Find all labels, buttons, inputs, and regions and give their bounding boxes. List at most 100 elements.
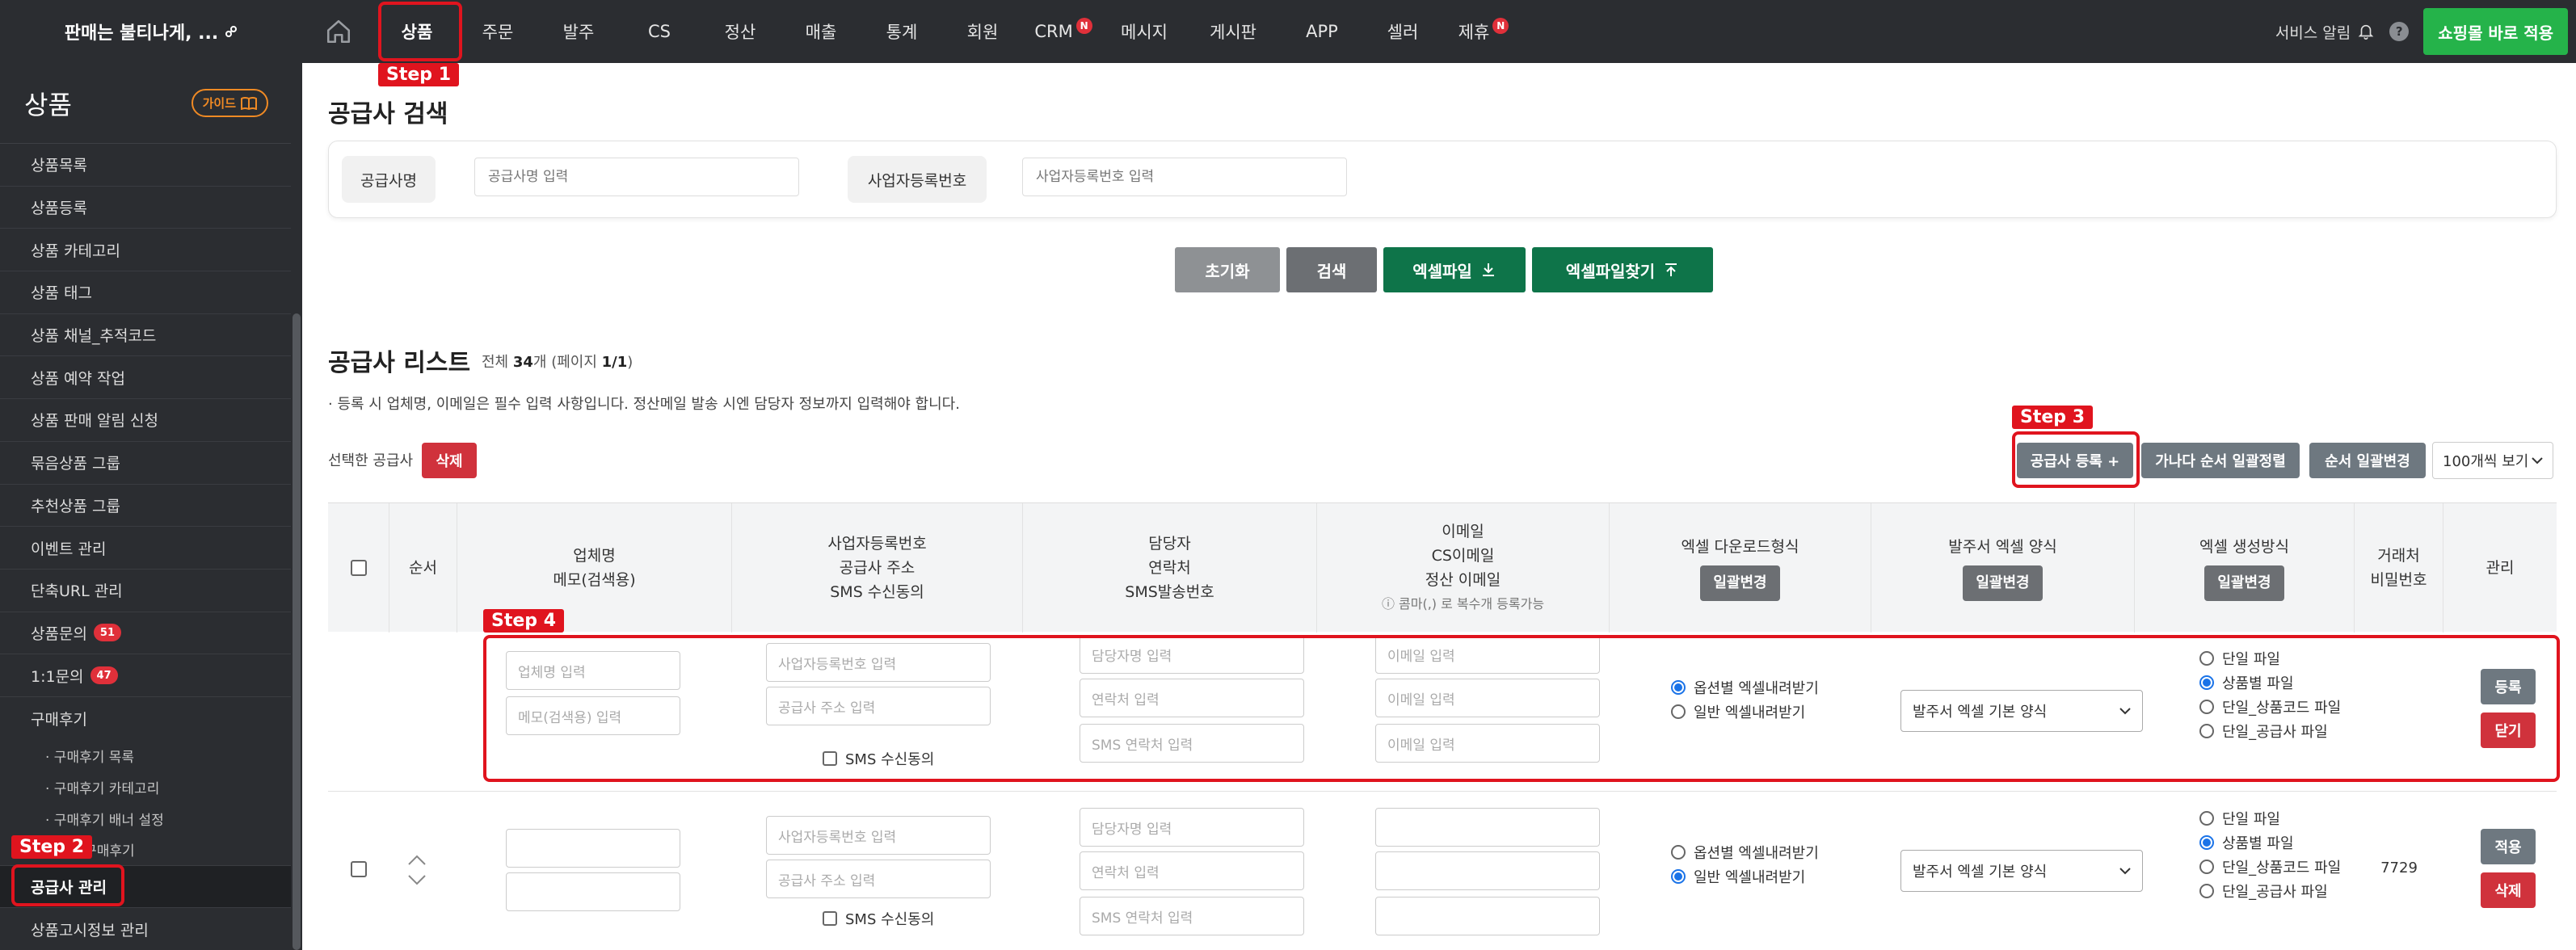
nav-sales[interactable]: 매출 <box>781 0 861 63</box>
nav-app[interactable]: APP <box>1282 0 1362 63</box>
chevron-down-icon <box>2532 457 2543 464</box>
gen-option-per-product[interactable]: 상품별 파일 <box>2199 832 2294 853</box>
sidebar-item-bundle[interactable]: 묶음상품 그룹 <box>0 442 291 485</box>
sidebar-menu: 상품목록 상품등록 상품 카테고리 상품 태그 상품 채널_추적코드 상품 예약… <box>0 144 291 950</box>
selected-supplier-label: 선택한 공급사 <box>328 452 414 469</box>
sidebar-item-tag[interactable]: 상품 태그 <box>0 271 291 314</box>
biz-number-input[interactable] <box>1022 158 1347 196</box>
sidebar-item-review[interactable]: 구매후기 <box>0 697 291 740</box>
sidebar-item-product-list[interactable]: 상품목록 <box>0 144 291 187</box>
supplier-name-input[interactable] <box>474 158 799 196</box>
guide-button[interactable]: 가이드 <box>191 89 268 117</box>
brand-title: 판매는 불티나게, ... <box>64 23 219 44</box>
po-format-select[interactable]: 발주서 엑셀 기본 양식 <box>1900 850 2143 892</box>
cs-email-input[interactable] <box>1375 851 1600 890</box>
sidebar-item-reservation[interactable]: 상품 예약 작업 <box>0 356 291 400</box>
sidebar-scrollbar[interactable] <box>291 63 302 950</box>
sidebar-item-channel[interactable]: 상품 채널_추적코드 <box>0 314 291 357</box>
sidebar-subitem-review-category[interactable]: · 구매후기 카테고리 <box>0 771 291 803</box>
nav-member[interactable]: 회원 <box>942 0 1023 63</box>
home-icon[interactable] <box>325 18 352 45</box>
sidebar-item-sale-alert[interactable]: 상품 판매 알림 신청 <box>0 399 291 442</box>
settlement-email-input[interactable] <box>1375 897 1600 935</box>
company-name-input[interactable] <box>506 829 680 868</box>
brand[interactable]: 판매는 불티나게, ... <box>0 0 302 63</box>
manager-input[interactable]: 담당자명 입력 <box>1080 808 1304 847</box>
help-icon[interactable]: ? <box>2389 22 2410 41</box>
sidebar-item-inquiry[interactable]: 상품문의 51 <box>0 612 291 655</box>
sms-agree-checkbox[interactable] <box>823 911 837 926</box>
memo-input[interactable] <box>506 872 680 911</box>
list-count: 전체 34개 (페이지 1/1) <box>482 354 633 371</box>
book-icon <box>241 96 257 110</box>
excel-upload-button[interactable]: 엑셀파일찾기 <box>1532 247 1713 292</box>
biz-number-input[interactable]: 사업자등록번호 입력 <box>766 816 991 855</box>
nav-stats[interactable]: 통계 <box>861 0 942 63</box>
nav-settlement[interactable]: 정산 <box>700 0 781 63</box>
sidebar-subitem-review-list[interactable]: · 구매후기 목록 <box>0 740 291 771</box>
address-input[interactable]: 공급사 주소 입력 <box>766 860 991 898</box>
radio-selected[interactable] <box>2199 835 2214 850</box>
header-excel-gen: 엑셀 생성방식 일괄변경 <box>2135 503 2355 633</box>
download-option-per-option[interactable]: 옵션별 엑셀내려받기 <box>1671 842 1819 863</box>
delete-selected-button[interactable]: 삭제 <box>422 443 477 478</box>
sidebar-item-recommend[interactable]: 추천상품 그룹 <box>0 485 291 528</box>
phone-input[interactable]: 연락처 입력 <box>1080 851 1304 890</box>
excel-download-button[interactable]: 엑셀파일 <box>1383 247 1526 292</box>
radio[interactable] <box>2199 884 2214 898</box>
radio-selected[interactable] <box>1671 869 1686 884</box>
header-password: 거래처 비밀번호 <box>2355 503 2443 633</box>
gen-option-single-supplier[interactable]: 단일_공급사 파일 <box>2199 881 2328 902</box>
sidebar-title: 상품 <box>24 89 72 120</box>
page-size-select[interactable]: 100개씩 보기 <box>2432 442 2553 479</box>
download-icon <box>1482 263 1494 276</box>
search-button[interactable]: 검색 <box>1286 247 1377 292</box>
select-all-checkbox[interactable] <box>350 560 367 576</box>
nav-partner[interactable]: 제휴 N <box>1443 0 1524 63</box>
row-delete-button[interactable]: 삭제 <box>2481 872 2536 908</box>
row-checkbox[interactable] <box>351 861 367 877</box>
sidebar-item-notice-info[interactable]: 상품고시정보 관리 <box>0 908 291 950</box>
bulk-change-download-button[interactable]: 일괄변경 <box>1700 565 1780 601</box>
nav-board[interactable]: 게시판 <box>1185 0 1282 63</box>
sort-alphabetical-button[interactable]: 가나다 순서 일괄정렬 <box>2141 443 2300 478</box>
sms-phone-input[interactable]: SMS 연락처 입력 <box>1080 897 1304 935</box>
radio[interactable] <box>2199 811 2214 826</box>
bulk-change-po-button[interactable]: 일괄변경 <box>1963 565 2043 601</box>
bulk-change-gen-button[interactable]: 일괄변경 <box>2204 565 2284 601</box>
sidebar-item-category[interactable]: 상품 카테고리 <box>0 229 291 272</box>
sms-agree[interactable]: SMS 수신동의 <box>823 908 934 929</box>
nav-cs[interactable]: CS <box>619 0 700 63</box>
sidebar-item-product-register[interactable]: 상품등록 <box>0 187 291 229</box>
nav-seller[interactable]: 셀러 <box>1362 0 1443 63</box>
step4-label: Step 4 <box>483 609 564 633</box>
sidebar-scroll-thumb[interactable] <box>293 313 301 950</box>
row-checkbox-cell <box>351 861 367 881</box>
email-input[interactable] <box>1375 808 1600 847</box>
move-down-icon[interactable] <box>407 874 427 885</box>
radio[interactable] <box>2199 860 2214 874</box>
row-apply-button[interactable]: 적용 <box>2481 829 2536 864</box>
nav-crm[interactable]: CRM N <box>1023 0 1104 63</box>
nav-message[interactable]: 메시지 <box>1104 0 1185 63</box>
sidebar-item-short-url[interactable]: 단축URL 관리 <box>0 570 291 612</box>
sidebar-item-event[interactable]: 이벤트 관리 <box>0 527 291 570</box>
nav-purchase[interactable]: 발주 <box>538 0 619 63</box>
reset-button[interactable]: 초기화 <box>1175 247 1280 292</box>
radio[interactable] <box>1671 845 1686 860</box>
gen-option-single[interactable]: 단일 파일 <box>2199 808 2280 829</box>
download-option-general[interactable]: 일반 엑셀내려받기 <box>1671 866 1805 887</box>
move-up-icon[interactable] <box>407 855 427 866</box>
sidebar-subitem-review-banner[interactable]: · 구매후기 배너 설정 <box>0 803 291 834</box>
service-alert-label: 서비스 알림 <box>2275 23 2351 42</box>
apply-to-mall-button[interactable]: 쇼핑몰 바로 적용 <box>2423 8 2568 55</box>
guide-label: 가이드 <box>202 96 236 111</box>
sidebar-item-one-to-one[interactable]: 1:1문의 47 <box>0 654 291 697</box>
header-manager: 담당자 연락처 SMS발송번호 <box>1023 503 1317 633</box>
nav-order[interactable]: 주문 <box>457 0 538 63</box>
service-alert[interactable]: 서비스 알림 <box>2275 21 2375 43</box>
search-panel: 공급사명 사업자등록번호 <box>328 141 2557 218</box>
chevron-down-icon <box>2119 868 2131 875</box>
bulk-order-change-button[interactable]: 순서 일괄변경 <box>2309 443 2426 478</box>
gen-option-single-code[interactable]: 단일_상품코드 파일 <box>2199 856 2341 877</box>
